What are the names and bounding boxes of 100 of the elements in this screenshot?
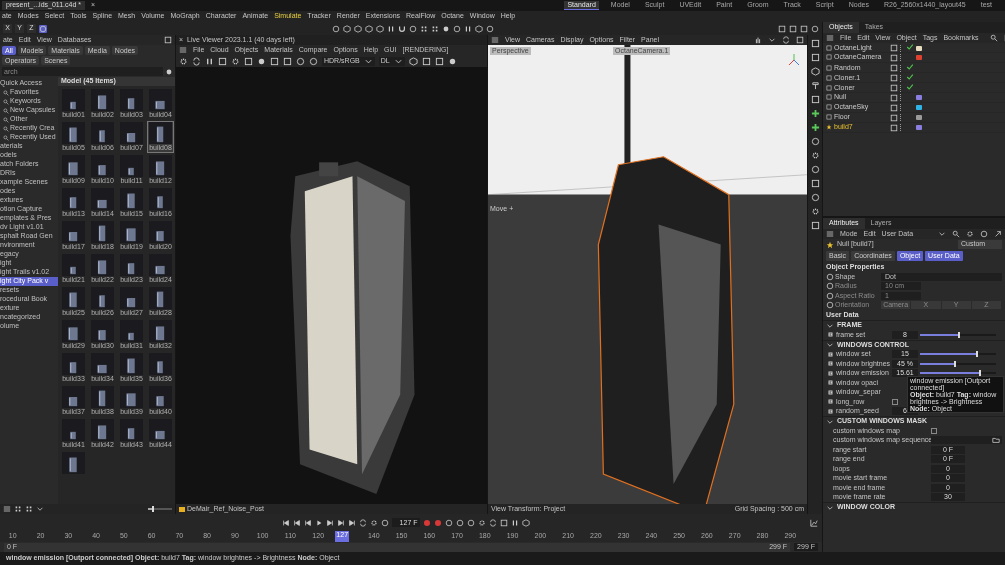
slider-thumb[interactable] [151, 506, 154, 512]
file-field[interactable] [931, 436, 1002, 445]
next-icon[interactable] [325, 518, 334, 527]
circle-icon[interactable] [810, 193, 820, 202]
square-icon[interactable] [800, 24, 808, 33]
slider-thumb[interactable] [979, 370, 982, 377]
cube-icon[interactable] [408, 56, 418, 66]
user-data-icon[interactable] [828, 408, 833, 414]
skip-end-icon[interactable] [347, 518, 356, 527]
square-icon[interactable] [810, 179, 820, 188]
circle-icon[interactable] [408, 24, 417, 33]
square-icon[interactable] [778, 24, 786, 33]
circle-icon[interactable] [309, 56, 318, 66]
loop-icon[interactable] [192, 56, 201, 66]
loop-icon[interactable] [358, 518, 367, 527]
checkbox[interactable] [931, 427, 937, 434]
user-data-icon[interactable] [828, 332, 833, 338]
square-icon[interactable] [789, 24, 797, 33]
gear-icon[interactable] [477, 518, 486, 527]
magnet-icon[interactable] [397, 24, 406, 33]
slider-track[interactable] [920, 372, 996, 375]
user-data-icon[interactable] [828, 389, 833, 395]
arrowtr-icon[interactable] [994, 230, 1002, 238]
previous-icon[interactable] [303, 518, 312, 527]
slider-thumb[interactable] [976, 351, 979, 358]
cube-icon[interactable] [810, 67, 820, 76]
skip-start-icon[interactable] [281, 518, 290, 527]
checkmark-icon[interactable] [906, 73, 914, 81]
circle-icon[interactable] [466, 518, 475, 527]
previous-icon[interactable] [292, 518, 301, 527]
folder-icon[interactable] [992, 436, 1000, 445]
grid-icon[interactable] [430, 24, 439, 33]
circle-icon[interactable] [331, 24, 340, 33]
asset-thumbnail[interactable] [60, 451, 87, 475]
circle-icon[interactable] [296, 56, 305, 66]
circle-icon[interactable] [380, 518, 389, 527]
checkmark-icon[interactable] [906, 43, 914, 51]
play-icon[interactable] [314, 518, 323, 527]
square-icon[interactable] [434, 56, 444, 66]
loop-icon[interactable] [782, 36, 790, 44]
circle-icon[interactable] [811, 24, 819, 33]
loop-icon[interactable] [488, 518, 497, 527]
circle-icon[interactable] [810, 165, 820, 174]
slider-thumb[interactable] [954, 360, 957, 367]
checkmark-icon[interactable] [906, 63, 914, 71]
dot-icon[interactable] [257, 56, 266, 66]
slider-track[interactable] [920, 353, 996, 356]
list-view-icon[interactable] [3, 505, 11, 513]
user-data-icon[interactable] [828, 370, 833, 376]
gear-icon[interactable] [966, 230, 974, 238]
caret-icon[interactable] [938, 230, 946, 238]
graph-icon[interactable] [810, 518, 818, 527]
cube-icon[interactable] [521, 518, 530, 527]
square-icon[interactable] [810, 39, 820, 48]
globe-icon[interactable] [39, 24, 47, 33]
bars-icon[interactable] [510, 518, 519, 527]
square-icon[interactable] [499, 518, 508, 527]
bars-icon[interactable] [386, 24, 395, 33]
square-icon[interactable] [218, 56, 227, 66]
tag-icon[interactable] [916, 45, 922, 51]
square-icon[interactable] [283, 56, 292, 66]
next-icon[interactable] [336, 518, 345, 527]
gear-icon[interactable] [369, 518, 378, 527]
hand-icon[interactable] [754, 36, 762, 44]
square-icon[interactable] [244, 56, 253, 66]
circle-icon[interactable] [452, 24, 461, 33]
checkbox[interactable] [892, 398, 898, 405]
gear-icon[interactable] [231, 56, 240, 66]
search-icon[interactable] [952, 230, 960, 238]
user-data-icon[interactable] [828, 399, 833, 405]
caret-icon[interactable] [826, 341, 834, 349]
checkmark-icon[interactable] [906, 83, 914, 91]
user-data-icon[interactable] [828, 351, 833, 357]
square-icon[interactable] [164, 36, 172, 44]
slider-track[interactable] [920, 333, 996, 336]
slider-track[interactable] [920, 362, 996, 365]
square-icon[interactable] [810, 53, 820, 62]
dot-icon[interactable] [447, 56, 457, 66]
circle-icon[interactable] [485, 24, 494, 33]
bars-icon[interactable] [205, 56, 214, 66]
gear-icon[interactable] [810, 207, 820, 216]
gear-icon[interactable] [810, 151, 820, 160]
circle-icon[interactable] [455, 518, 464, 527]
square-icon[interactable] [810, 95, 820, 104]
dot-icon[interactable] [441, 24, 450, 33]
circle-icon[interactable] [980, 230, 988, 238]
square-icon[interactable] [421, 56, 431, 66]
circle-icon[interactable] [444, 518, 453, 527]
user-data-icon[interactable] [828, 380, 833, 386]
cube-icon[interactable] [474, 24, 483, 33]
square-icon[interactable] [796, 36, 804, 44]
square-icon[interactable] [810, 221, 820, 230]
bars-icon[interactable] [463, 24, 472, 33]
grid-icon[interactable] [419, 24, 428, 33]
gear-icon[interactable] [179, 56, 188, 66]
grid-view-icon[interactable] [14, 505, 22, 513]
grid-view-icon[interactable] [25, 505, 33, 513]
user-data-icon[interactable] [828, 361, 833, 367]
search-icon[interactable] [990, 34, 999, 42]
square-icon[interactable] [270, 56, 279, 66]
